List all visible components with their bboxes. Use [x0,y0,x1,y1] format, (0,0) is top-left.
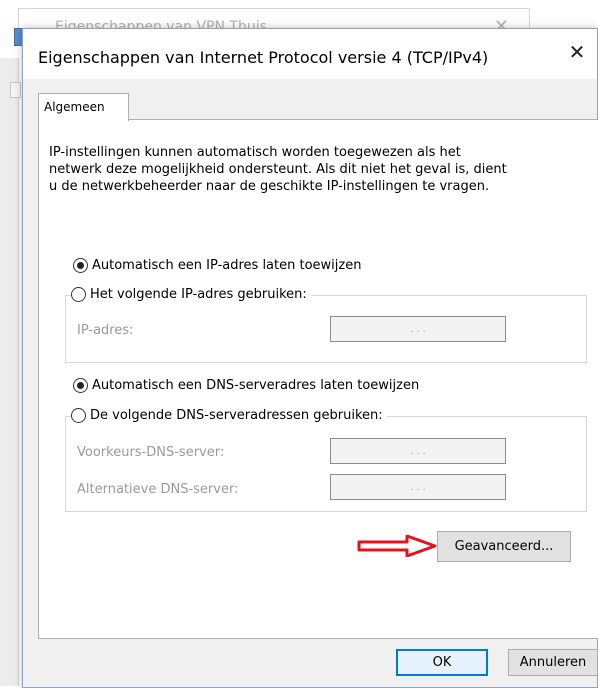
radio-auto-ip[interactable]: Automatisch een IP-adres laten toewijzen [73,258,361,273]
intro-line: IP-instellingen kunnen automatisch worde… [49,145,461,160]
tab-label: Algemeen [44,100,105,114]
ok-button[interactable]: OK [396,649,488,676]
radio-auto-dns[interactable]: Automatisch een DNS-serveradres laten to… [73,378,419,393]
radio-auto-dns-label: Automatisch een DNS-serveradres laten to… [92,378,420,393]
background-window-edge [0,58,19,686]
preferred-dns-label: Voorkeurs-DNS-server: [77,445,225,460]
dialog-titlebar: Eigenschappen van Internet Protocol vers… [23,29,597,79]
preferred-dns-field: . . . [330,438,506,464]
manual-ip-group [65,295,587,363]
alternate-dns-label: Alternatieve DNS-server: [77,482,239,497]
radio-auto-ip-label: Automatisch een IP-adres laten toewijzen [92,258,362,273]
dialog-title: Eigenschappen van Internet Protocol vers… [38,48,489,67]
radio-manual-ip-indicator[interactable] [71,287,86,302]
intro-line: u de netwerkbeheerder naar de geschikte … [49,179,490,194]
red-arrow-icon [357,535,437,557]
ip-address-label: IP-adres: [77,323,134,338]
cancel-button[interactable]: Annuleren [508,649,598,676]
radio-manual-dns[interactable]: De volgende DNS-serveradressen gebruiken… [71,408,387,423]
ip-address-field: . . . [330,316,506,342]
radio-manual-dns-label: De volgende DNS-serveradressen gebruiken… [90,408,383,423]
manual-dns-group [65,416,587,512]
intro-line: netwerk deze mogelijkheid ondersteunt. A… [49,162,507,177]
radio-manual-dns-indicator[interactable] [71,408,86,423]
radio-manual-ip[interactable]: Het volgende IP-adres gebruiken: [71,287,311,302]
radio-auto-ip-indicator[interactable] [73,258,88,273]
radio-auto-dns-indicator[interactable] [73,378,88,393]
ipv4-properties-dialog: Eigenschappen van Internet Protocol vers… [22,28,598,688]
advanced-button[interactable]: Geavanceerd... [437,531,571,562]
tab-algemeen[interactable]: Algemeen [38,93,129,121]
alternate-dns-field: . . . [330,474,506,500]
intro-text: IP-instellingen kunnen automatisch worde… [49,144,569,195]
background-tab [10,82,21,98]
close-icon[interactable]: ✕ [567,43,587,63]
radio-manual-ip-label: Het volgende IP-adres gebruiken: [90,287,307,302]
